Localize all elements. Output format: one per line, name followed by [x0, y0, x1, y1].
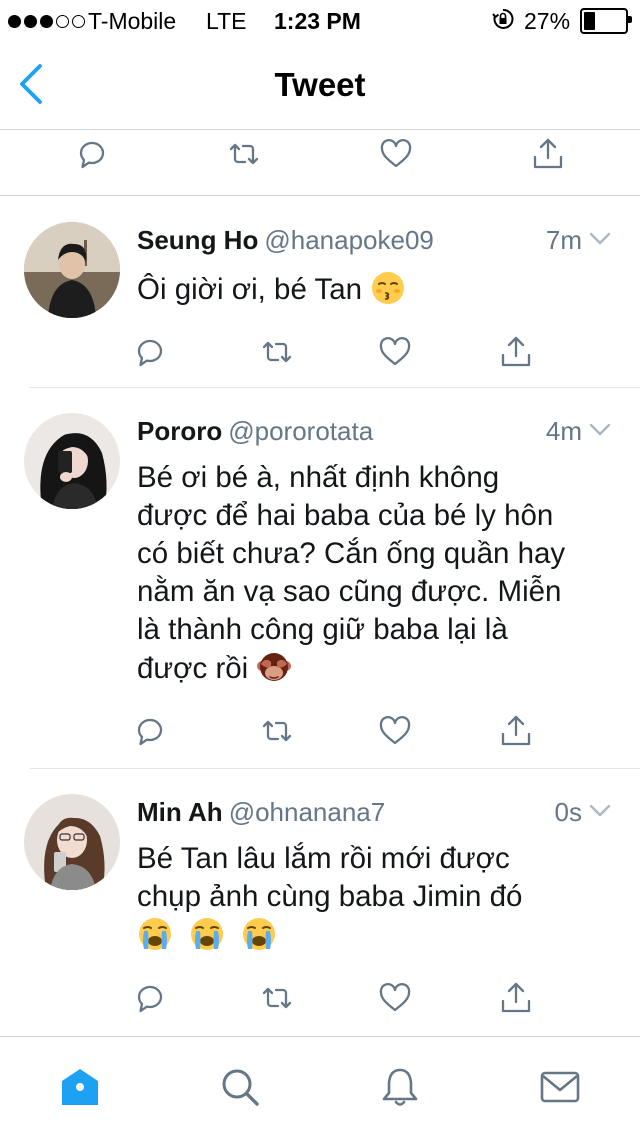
share-icon — [498, 713, 534, 749]
signal-dot — [40, 14, 53, 28]
status-time: 1:23 PM — [274, 8, 361, 34]
tweet-text-line: có biết chưa? Cắn ống quần hay — [137, 537, 566, 570]
tweet-text: Ôi giời ơi, bé Tan — [137, 270, 617, 309]
reply-button[interactable] — [128, 976, 172, 1020]
tab-home[interactable] — [58, 1065, 102, 1109]
tweet-header: Min Ah @ohnanana7 0s — [137, 794, 612, 830]
retweet-icon — [259, 334, 295, 370]
reply-icon — [132, 334, 168, 370]
tweet-text-line: được rồi — [137, 652, 249, 685]
reply-icon — [132, 980, 168, 1016]
author-name[interactable]: Pororo — [137, 416, 222, 446]
chevron-down-icon[interactable] — [588, 422, 612, 438]
avatar[interactable] — [24, 222, 120, 318]
retweet-button[interactable] — [222, 132, 266, 176]
share-icon — [498, 334, 534, 370]
tweet-text-line: nằm ăn vạ sao cũng được. Miễn — [137, 575, 562, 608]
carrier-name: T-Mobile — [88, 8, 177, 34]
bell-icon — [382, 1068, 418, 1106]
tweet-text-line: chụp ảnh cùng baba Jimin đó — [137, 880, 523, 913]
signal-dot — [56, 14, 69, 28]
battery-percent: 27% — [524, 8, 571, 34]
tweet-text-line: Bé Tan lâu lắm rồi mới được — [137, 842, 510, 875]
author-handle[interactable]: @pororotata — [228, 416, 373, 446]
like-button[interactable] — [373, 709, 417, 753]
retweet-button[interactable] — [255, 709, 299, 753]
share-button[interactable] — [494, 330, 538, 374]
reply-icon — [132, 713, 168, 749]
tweet-text-line: là thành công giữ baba lại là — [137, 613, 508, 646]
loudly-crying-emoji — [189, 916, 225, 952]
author-name[interactable]: Seung Ho — [137, 225, 258, 255]
battery-level-fill — [584, 12, 595, 30]
avatar[interactable] — [24, 794, 120, 890]
network-type: LTE — [206, 8, 247, 34]
retweet-icon — [259, 713, 295, 749]
tweet-actions — [0, 709, 640, 753]
heart-icon — [377, 334, 413, 370]
loudly-crying-emoji — [241, 916, 277, 952]
kissing-closed-eyes-emoji — [370, 270, 406, 306]
tab-notifications[interactable] — [378, 1065, 422, 1109]
loudly-crying-emoji — [137, 916, 173, 952]
share-icon — [498, 980, 534, 1016]
share-button[interactable] — [526, 132, 570, 176]
retweet-button[interactable] — [255, 330, 299, 374]
retweet-icon — [259, 980, 295, 1016]
heart-icon — [378, 136, 414, 172]
author-handle[interactable]: @ohnanana7 — [229, 797, 386, 827]
status-bar: T-Mobile LTE 1:23 PM 27% — [0, 0, 640, 40]
retweet-button[interactable] — [255, 976, 299, 1020]
heart-icon — [377, 980, 413, 1016]
tweet-header: Seung Ho @hanapoke09 7m — [137, 222, 612, 258]
page-title: Tweet — [274, 66, 366, 103]
main-tweet-actions — [0, 130, 640, 196]
tweet-actions — [0, 976, 640, 1020]
like-button[interactable] — [373, 976, 417, 1020]
share-icon — [530, 136, 566, 172]
avatar[interactable] — [24, 413, 120, 509]
tweet-text-line: được để hai baba của bé ly hôn — [137, 499, 554, 532]
author-handle[interactable]: @hanapoke09 — [264, 225, 434, 255]
author-name[interactable]: Min Ah — [137, 797, 223, 827]
reply-button[interactable] — [70, 132, 114, 176]
tweet-text-line: Bé ơi bé à, nhất định không — [137, 461, 500, 494]
chevron-down-icon[interactable] — [588, 803, 612, 819]
chevron-down-icon[interactable] — [588, 231, 612, 247]
signal-dot — [72, 14, 85, 28]
reply-icon — [74, 136, 110, 172]
timestamp: 4m — [545, 416, 582, 446]
tweet-text: Bé ơi bé à, nhất định không được để hai … — [137, 459, 617, 688]
signal-dot — [24, 14, 37, 28]
signal-dot — [8, 14, 21, 28]
timestamp: 7m — [545, 225, 582, 255]
divider — [30, 768, 640, 769]
retweet-icon — [226, 136, 262, 172]
signal-strength-indicator — [8, 8, 85, 34]
home-icon — [62, 1069, 98, 1105]
reply-button[interactable] — [128, 330, 172, 374]
share-button[interactable] — [494, 709, 538, 753]
see-no-evil-monkey-emoji — [256, 649, 292, 685]
like-button[interactable] — [374, 132, 418, 176]
battery-icon — [580, 8, 632, 34]
divider — [30, 387, 640, 388]
navigation-bar: Tweet — [0, 40, 640, 130]
tab-bar — [0, 1036, 640, 1136]
timestamp: 0s — [554, 797, 582, 827]
share-button[interactable] — [494, 976, 538, 1020]
tab-messages[interactable] — [538, 1065, 582, 1109]
rotation-lock-icon — [492, 8, 514, 34]
search-icon — [222, 1069, 259, 1106]
reply-button[interactable] — [128, 709, 172, 753]
tweet-text-line: Ôi giời ơi, bé Tan — [137, 273, 363, 306]
heart-icon — [377, 713, 413, 749]
tweet-header: Pororo @pororotata 4m — [137, 413, 612, 449]
like-button[interactable] — [373, 330, 417, 374]
tweet-text: Bé Tan lâu lắm rồi mới được chụp ảnh cùn… — [137, 840, 617, 955]
tweet-actions — [0, 330, 640, 374]
tab-search[interactable] — [218, 1065, 262, 1109]
mail-icon — [540, 1071, 580, 1103]
